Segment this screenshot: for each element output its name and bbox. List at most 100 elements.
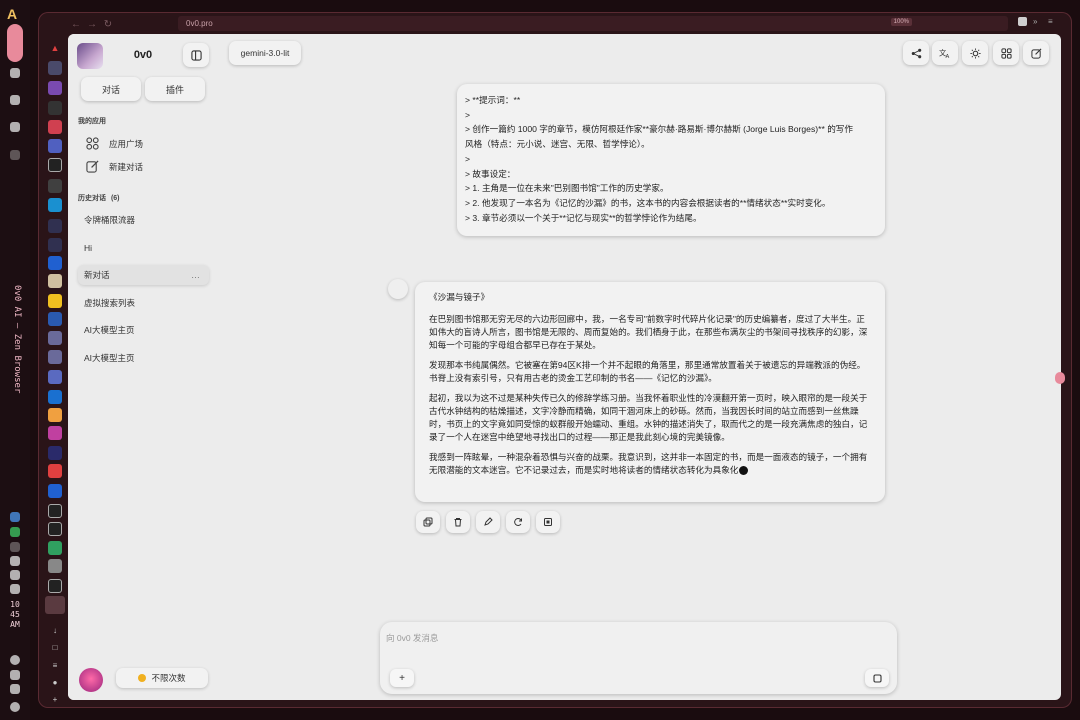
tab-manager-icon[interactable]: ≡ [48,658,62,672]
clock: 10 45 AM [10,600,20,629]
tab-favicon[interactable] [48,139,62,153]
nav-controls: ← → ↻ [68,17,116,31]
app-store-link[interactable]: 应用广场 [86,137,143,150]
translate-button[interactable]: 文 A [932,41,958,65]
tab-favicon[interactable] [48,256,62,270]
model-selector[interactable]: gemini-3.0-lit [229,41,301,65]
tab-favicon[interactable] [48,198,62,212]
user-avatar[interactable] [79,668,103,692]
tab-favicon[interactable] [48,120,62,134]
edit-button[interactable] [476,511,500,533]
history-item[interactable]: AI大模型主页 [78,348,209,368]
attach-button[interactable]: + [390,669,414,687]
copy-button[interactable] [416,511,440,533]
user-message-line: > 创作一篇约 1000 字的章节，模仿阿根廷作家**豪尔赫·路易斯·博尔赫斯 … [465,124,853,135]
scroll-marker[interactable] [1055,372,1065,384]
trash-icon[interactable]: □ [48,640,62,654]
share-button[interactable] [903,41,929,65]
more-options-icon[interactable]: … [191,270,201,280]
github-icon[interactable] [48,504,62,518]
tab-plugins[interactable]: 插件 [145,77,205,101]
story-title: 《沙漏与镜子》 [429,292,490,302]
tab-favicon[interactable] [48,408,62,422]
tab-favicon[interactable] [48,238,62,252]
url-bar[interactable]: 0v0.pro 100% [178,16,1008,31]
tab-favicon[interactable] [48,541,62,555]
workspace-dot-icon[interactable] [10,122,20,132]
copy-icon [423,517,433,527]
new-tab-icon[interactable]: + [48,692,62,706]
delete-button[interactable] [446,511,470,533]
tab-favicon[interactable] [48,312,62,326]
bluetooth-icon[interactable] [10,670,20,680]
tab-favicon[interactable] [48,219,62,233]
tab-favicon[interactable] [48,370,62,384]
new-chat-link[interactable]: 新建对话 [86,160,143,173]
history-item[interactable]: 令牌桶限流器 [78,210,209,230]
tray-app-icon[interactable] [10,512,20,522]
grid-icon [1000,47,1012,59]
reload-icon[interactable]: ↻ [100,19,116,30]
tab-chat[interactable]: 对话 [81,77,141,101]
apps-grid-button[interactable] [993,41,1019,65]
tab-strip: ▲ ↓ □ ≡ ● + [44,34,66,704]
extension-icon[interactable] [1018,17,1027,26]
tab-favicon[interactable] [48,390,62,404]
more-icon[interactable]: » [1033,17,1042,26]
workspace-dot-icon[interactable] [10,68,20,78]
tab-favicon[interactable] [48,274,62,288]
send-button[interactable] [865,669,889,687]
regenerate-button[interactable] [506,511,530,533]
collapse-sidebar-button[interactable] [183,43,209,67]
back-icon[interactable]: ← [68,19,84,30]
launcher-icon[interactable]: A [7,6,17,22]
tab-favicon[interactable] [48,294,62,308]
history-item[interactable]: 虚拟搜索列表 [78,293,209,313]
github-icon[interactable] [48,158,62,172]
new-chat-button[interactable] [1023,41,1049,65]
history-item-active[interactable]: 新对话 … [78,265,209,285]
workspace-dot-icon[interactable] [10,150,20,160]
tab-favicon[interactable]: ▲ [48,41,62,55]
download-icon[interactable]: ↓ [48,623,62,637]
streaming-cursor-icon [739,466,749,476]
tab-favicon[interactable] [48,179,62,193]
quota-button[interactable]: 不限次数 [116,668,208,688]
tab-favicon[interactable] [48,331,62,345]
history-item[interactable]: AI大模型主页 [78,320,209,340]
tab-favicon[interactable] [48,426,62,440]
battery-icon[interactable] [10,684,20,694]
user-message-line: > 3. 章节必须以一个关于**记忆与现实**的哲学悖论作为结尾。 [465,212,702,223]
active-tab-favicon[interactable] [45,596,65,614]
tab-favicon[interactable] [48,484,62,498]
tray-app-icon[interactable] [10,584,20,594]
workspace-dot-icon[interactable] [10,95,20,105]
wechat-icon[interactable] [10,527,20,537]
tab-favicon[interactable] [48,61,62,75]
wifi-status-icon[interactable] [10,655,20,665]
power-icon[interactable] [10,702,20,712]
svg-text:A: A [945,54,949,59]
stop-icon [544,518,552,526]
forward-icon[interactable]: → [84,19,100,30]
zoom-badge[interactable]: 100% [890,18,912,26]
history-item[interactable]: Hi [78,238,209,258]
tab-manager-icon[interactable]: ● [48,675,62,689]
tab-favicon[interactable] [48,464,62,478]
tab-favicon[interactable] [48,81,62,95]
tray-app-icon[interactable] [10,556,20,566]
tab-favicon[interactable] [48,101,62,115]
menu-icon[interactable]: ≡ [1048,17,1057,26]
github-icon[interactable] [48,579,62,593]
message-input[interactable] [386,630,866,646]
stop-button[interactable] [536,511,560,533]
github-icon[interactable] [48,522,62,536]
tray-app-icon[interactable] [10,542,20,552]
theme-toggle-button[interactable] [962,41,988,65]
workspace-pill[interactable] [7,24,23,62]
app-store-label: 应用广场 [109,138,144,149]
tab-favicon[interactable] [48,446,62,460]
wifi-icon[interactable] [10,570,20,580]
tab-favicon[interactable] [48,350,62,364]
tab-favicon[interactable] [48,559,62,573]
